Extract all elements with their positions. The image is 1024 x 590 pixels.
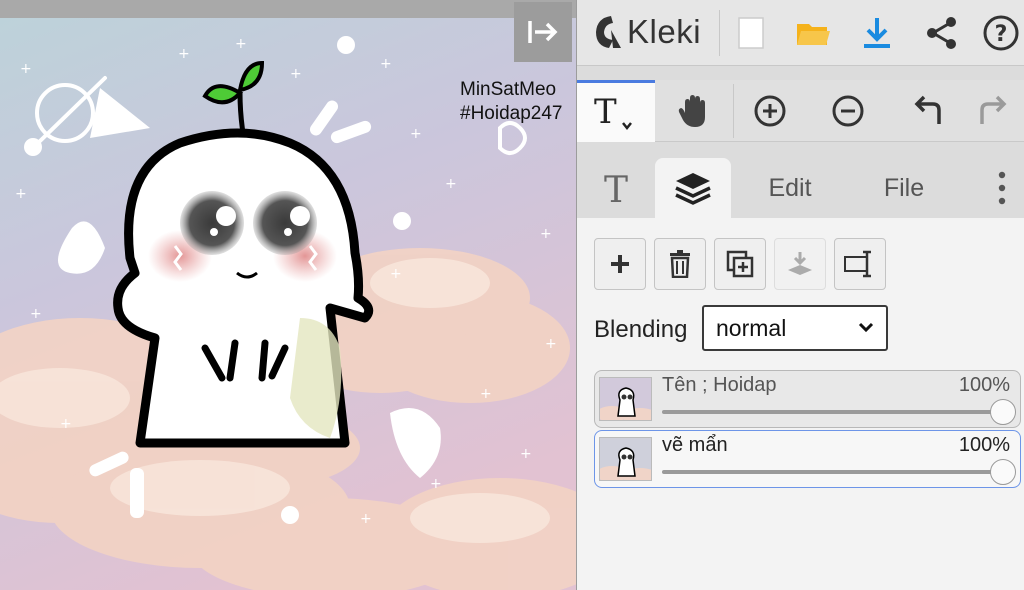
- delete-layer-button[interactable]: [654, 238, 706, 290]
- layer-opacity-value: 100%: [958, 434, 1010, 456]
- svg-text:+: +: [445, 176, 457, 192]
- trash-icon: [670, 250, 690, 278]
- app-name: Kleki: [627, 13, 702, 50]
- svg-text:+: +: [15, 186, 27, 202]
- tool-divider: [733, 84, 734, 138]
- watermark-line-2: #Hoidap247: [460, 103, 563, 124]
- layer-thumbnail: [599, 377, 652, 421]
- redo-button[interactable]: [967, 80, 1023, 142]
- duplicate-icon: [726, 250, 754, 278]
- text-tool-icon: T: [594, 92, 632, 132]
- text-icon: T: [604, 170, 628, 208]
- layer-opacity-slider[interactable]: [662, 410, 992, 414]
- svg-text:+: +: [430, 476, 442, 492]
- svg-text:?: ?: [995, 22, 1008, 47]
- opacity-slider-knob[interactable]: [990, 399, 1016, 425]
- collapse-panel-button[interactable]: [514, 2, 572, 62]
- open-file-button[interactable]: [788, 8, 838, 58]
- svg-text:T: T: [594, 92, 617, 132]
- kleki-logo-icon: [596, 16, 621, 48]
- tab-layers[interactable]: [655, 158, 731, 218]
- chevron-down-icon: [858, 322, 874, 333]
- rename-icon: [844, 250, 871, 278]
- tab-tool-settings[interactable]: T: [581, 158, 653, 218]
- layer-name: vẽ mẩn: [662, 434, 728, 456]
- svg-text:T: T: [604, 170, 628, 208]
- side-panel: Kleki ? T T Edit File Blending normal Tê…: [576, 0, 1024, 590]
- zoom-in-icon: [754, 95, 786, 127]
- layer-name: Tên ; Hoidap: [662, 374, 777, 396]
- merge-down-button[interactable]: [774, 238, 826, 290]
- layer-thumbnail: [599, 437, 652, 481]
- plus-icon: [611, 255, 629, 273]
- tab-edit-label: Edit: [768, 173, 812, 202]
- svg-text:+: +: [30, 306, 42, 322]
- tab-edit[interactable]: Edit: [747, 158, 833, 218]
- svg-text:+: +: [520, 446, 532, 462]
- layers-panel: Blending normal Tên ; Hoidap 100% vẽ mẩn…: [577, 218, 1024, 590]
- svg-text:+: +: [545, 336, 557, 352]
- svg-text:+: +: [410, 126, 422, 142]
- drawing-canvas[interactable]: +++ +++ +++ +++ +++ +++: [0, 0, 576, 590]
- top-toolbar: Kleki ?: [577, 0, 1024, 66]
- canvas-top-bar: [0, 0, 576, 18]
- save-download-button[interactable]: [852, 8, 902, 58]
- add-layer-button[interactable]: [594, 238, 646, 290]
- svg-text:+: +: [20, 61, 32, 77]
- panel-tabs: T Edit File: [577, 158, 1024, 218]
- duplicate-layer-button[interactable]: [714, 238, 766, 290]
- layer-row[interactable]: Tên ; Hoidap 100%: [594, 370, 1021, 428]
- tool-row: T: [577, 80, 1024, 142]
- share-button[interactable]: [916, 8, 966, 58]
- svg-text:+: +: [480, 386, 492, 402]
- tab-file[interactable]: File: [861, 158, 947, 218]
- download-icon: [864, 18, 890, 48]
- redo-icon: [980, 95, 1007, 124]
- blending-label: Blending: [594, 316, 688, 343]
- layer-opacity-value: 100%: [958, 374, 1010, 396]
- kleki-logo[interactable]: Kleki: [591, 10, 701, 54]
- svg-text:+: +: [235, 36, 247, 52]
- hand-tool-button[interactable]: [659, 80, 729, 142]
- new-file-icon: [738, 17, 764, 49]
- new-image-button[interactable]: [726, 8, 776, 58]
- help-button[interactable]: ?: [979, 8, 1023, 58]
- merge-down-icon: [788, 252, 812, 275]
- toolbar-divider: [719, 10, 720, 56]
- svg-text:+: +: [178, 46, 190, 62]
- svg-text:+: +: [60, 416, 72, 432]
- blending-mode-value: normal: [716, 314, 787, 341]
- zoom-out-button[interactable]: [815, 80, 881, 142]
- undo-button[interactable]: [893, 80, 959, 142]
- tab-file-label: File: [883, 173, 925, 202]
- svg-text:+: +: [540, 226, 552, 242]
- svg-text:+: +: [360, 511, 372, 527]
- app-root: +++ +++ +++ +++ +++ +++: [0, 0, 1024, 590]
- svg-text:+: +: [390, 266, 402, 282]
- help-icon: ?: [983, 15, 1019, 51]
- blending-mode-select[interactable]: normal: [702, 305, 888, 351]
- more-vertical-icon: [998, 171, 1006, 205]
- folder-icon: [797, 24, 830, 45]
- rename-layer-button[interactable]: [834, 238, 886, 290]
- undo-icon: [914, 95, 941, 124]
- hand-icon: [678, 95, 705, 127]
- text-tool-button[interactable]: T: [577, 80, 655, 142]
- svg-text:+: +: [290, 66, 302, 82]
- watermark-line-1: MinSatMeo: [460, 79, 557, 100]
- svg-text:+: +: [380, 56, 392, 72]
- arrow-to-right-icon: [528, 21, 558, 43]
- opacity-slider-knob[interactable]: [990, 459, 1016, 485]
- layer-row-active[interactable]: vẽ mẩn 100%: [594, 430, 1021, 488]
- share-icon: [927, 17, 956, 49]
- layers-icon: [675, 173, 711, 205]
- zoom-out-icon: [832, 95, 864, 127]
- more-menu-button[interactable]: [987, 158, 1017, 218]
- zoom-in-button[interactable]: [737, 80, 803, 142]
- layer-opacity-slider[interactable]: [662, 470, 992, 474]
- canvas-watermark-text: MinSatMeo #Hoidap247: [460, 78, 562, 126]
